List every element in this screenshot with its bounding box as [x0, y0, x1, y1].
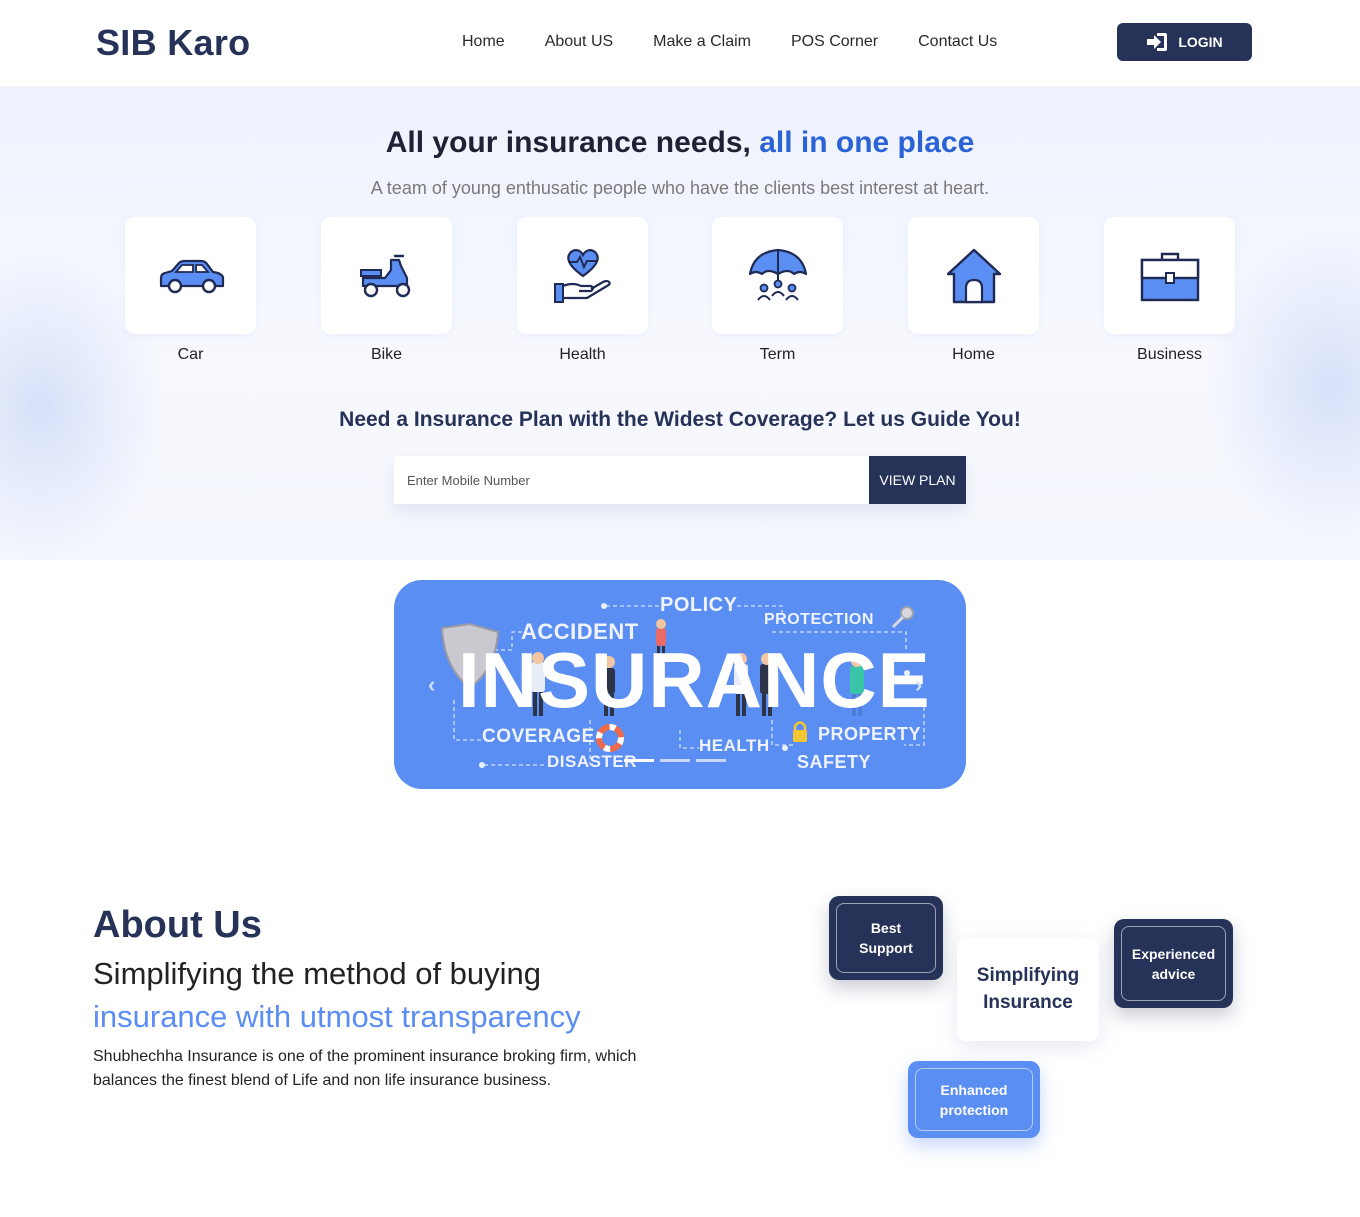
banner-word-property: PROPERTY [818, 724, 922, 744]
nav-link-pos[interactable]: POS Corner [791, 32, 878, 52]
insurance-categories: Car Bike Health Term Home Business [125, 217, 1235, 377]
tile-best-support-label: Best Support [859, 920, 913, 956]
category-home[interactable]: Home [908, 217, 1039, 364]
tile-simplifying-insurance: Simplifying Insurance [957, 937, 1099, 1041]
scooter-icon [359, 254, 410, 297]
banner-big-word: INSURANCE [458, 636, 931, 724]
carousel-next-arrow[interactable]: › [915, 672, 922, 698]
tile-simplifying-label: Simplifying Insurance [976, 965, 1080, 1013]
heart-hand-icon [553, 248, 611, 303]
login-button[interactable]: LOGIN [1117, 23, 1252, 61]
banner-word-health: HEALTH [699, 736, 770, 755]
hero-title-main: All your insurance needs, [385, 126, 760, 159]
login-icon [1147, 33, 1168, 51]
banner-word-safety: SAFETY [797, 752, 872, 772]
about-title: About Us [93, 904, 262, 946]
category-car[interactable]: Car [125, 217, 256, 364]
briefcase-icon [1140, 252, 1199, 301]
category-label: Home [952, 346, 995, 363]
category-card[interactable] [321, 217, 452, 334]
banner-word-protection: PROTECTION [764, 611, 874, 628]
car-icon [159, 259, 224, 293]
about-headline-line2: insurance with utmost transparency [93, 999, 581, 1034]
carousel-indicator-1[interactable] [624, 759, 654, 762]
category-label: Health [559, 346, 606, 363]
brand-logo[interactable]: SIB Karo [96, 22, 250, 64]
banner-word-policy: POLICY [660, 594, 738, 616]
hero-section: All your insurance needs, all in one pla… [0, 86, 1360, 560]
hero-subtitle: A team of young enthusatic people who ha… [370, 178, 990, 198]
guide-title: Need a Insurance Plan with the Widest Co… [339, 408, 1021, 431]
tile-experienced-label: Experienced advice [1131, 945, 1216, 982]
nav-link-about[interactable]: About US [545, 32, 613, 52]
category-card[interactable] [125, 217, 256, 334]
carousel-indicator-3[interactable] [696, 759, 726, 762]
umbrella-family-icon [748, 248, 807, 301]
view-plan-button[interactable]: VIEW PLAN [869, 456, 966, 504]
main-menu: Home About US Make a Claim POS Corner Co… [462, 32, 997, 52]
carousel-indicators [624, 759, 726, 762]
nav-link-home[interactable]: Home [462, 32, 505, 52]
tile-best-support: Best Support [829, 896, 943, 980]
nav-link-contact[interactable]: Contact Us [918, 32, 997, 52]
about-headline-line1: Simplifying the method of buying [93, 956, 542, 991]
top-navbar: SIB Karo Home About US Make a Claim POS … [0, 0, 1360, 86]
mobile-number-input[interactable] [394, 456, 869, 504]
category-term[interactable]: Term [712, 217, 843, 364]
tile-experienced-advice: Experienced advice [1114, 919, 1233, 1008]
category-label: Business [1137, 346, 1202, 363]
category-health[interactable]: Health [517, 217, 648, 364]
carousel-indicator-2[interactable] [660, 759, 690, 762]
category-card[interactable] [908, 217, 1039, 334]
hero-title: All your insurance needs, all in one pla… [0, 126, 1360, 160]
mobile-form: VIEW PLAN [394, 456, 966, 504]
category-card[interactable] [1104, 217, 1235, 334]
nav-link-claim[interactable]: Make a Claim [653, 32, 751, 52]
category-label: Term [759, 346, 796, 363]
category-card[interactable] [517, 217, 648, 334]
hero-title-accent: all in one place [759, 126, 975, 159]
banner-word-coverage: COVERAGE [482, 726, 595, 747]
login-label: LOGIN [1178, 34, 1223, 50]
carousel-prev-arrow[interactable]: ‹ [428, 672, 435, 698]
category-label: Bike [370, 346, 403, 363]
insurance-banner-carousel: INSURANCE POLICY ACCIDENT PROTECTION COV… [394, 580, 966, 789]
banner-word-disaster: DISASTER [547, 752, 637, 771]
category-business[interactable]: Business [1104, 217, 1235, 364]
tile-enhanced-label: Enhanced protection [939, 1081, 1009, 1118]
about-description: Shubhechha Insurance is one of the promi… [93, 1048, 637, 1089]
house-icon [946, 248, 1001, 303]
category-bike[interactable]: Bike [321, 217, 452, 364]
tile-enhanced-protection: Enhanced protection [908, 1061, 1040, 1138]
banner-word-accident: ACCIDENT [521, 619, 639, 644]
category-card[interactable] [712, 217, 843, 334]
category-label: Car [177, 346, 204, 363]
